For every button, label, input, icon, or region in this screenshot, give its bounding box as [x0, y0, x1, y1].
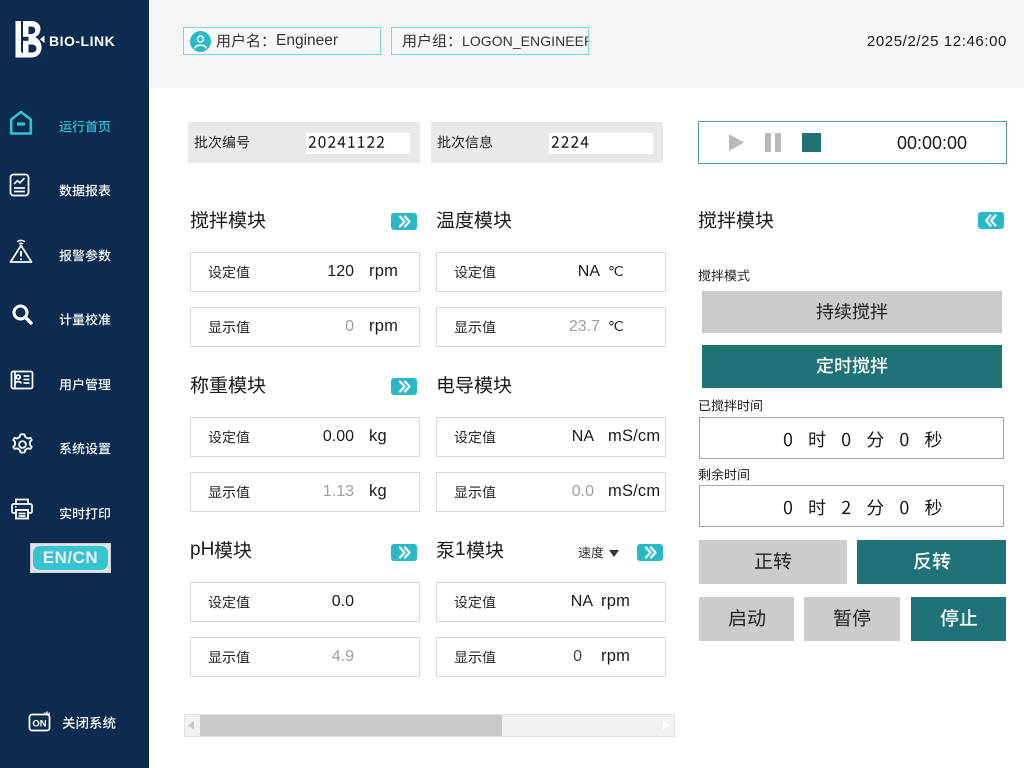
svg-text:ON: ON — [32, 719, 46, 730]
